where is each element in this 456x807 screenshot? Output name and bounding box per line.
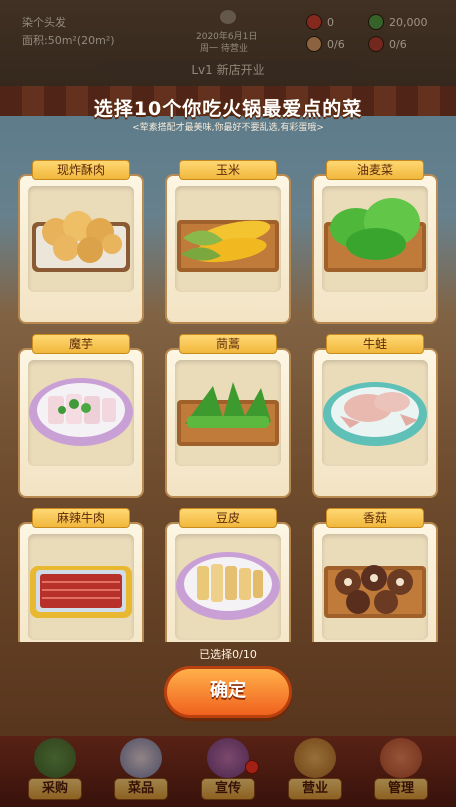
dish-name: 麻辣牛肉	[32, 508, 130, 528]
dish-card-corn[interactable]: 玉米	[165, 160, 291, 324]
modal-subtitle: <荤素搭配才最美味,你最好不要乱选,有彩蛋哦>	[132, 123, 324, 133]
spicy-beef-icon	[30, 566, 132, 618]
shiitake-icon	[324, 565, 426, 618]
dish-card-konjac[interactable]: 魔芋	[18, 334, 144, 498]
konjac-icon	[29, 378, 133, 446]
dish-name: 豆皮	[179, 508, 277, 528]
dish-card-shiitake[interactable]: 香菇	[312, 508, 438, 642]
modal-title: 选择10个你吃火锅最爱点的菜	[93, 98, 363, 120]
selection-count: 已选择0/10	[199, 648, 257, 661]
dish-card-fried-pork[interactable]: 现炸酥肉	[18, 160, 144, 324]
dish-name: 茼蒿	[179, 334, 277, 354]
dish-name: 魔芋	[32, 334, 130, 354]
dish-card-tofu-skin[interactable]: 豆皮	[165, 508, 291, 642]
dish-card-bullfrog[interactable]: 牛蛙	[312, 334, 438, 498]
crown-daisy-icon	[177, 382, 279, 446]
dish-card-lettuce[interactable]: 油麦菜	[312, 160, 438, 324]
lettuce-icon	[324, 198, 426, 272]
corn-icon	[177, 220, 279, 272]
dish-name: 现炸酥肉	[32, 160, 130, 180]
fried-pork-icon	[32, 211, 130, 272]
dish-card-spicy-beef[interactable]: 麻辣牛肉	[18, 508, 144, 642]
dish-name: 香菇	[326, 508, 424, 528]
dish-name: 油麦菜	[326, 160, 424, 180]
dish-name: 玉米	[179, 160, 277, 180]
confirm-button[interactable]: 确定	[164, 666, 292, 718]
dish-card-crown-daisy[interactable]: 茼蒿	[165, 334, 291, 498]
bullfrog-icon	[323, 382, 427, 446]
tofu-skin-icon	[176, 552, 280, 620]
dish-name: 牛蛙	[326, 334, 424, 354]
dish-grid: 现炸酥肉 玉米 油麦菜 魔芋 茼蒿 牛蛙 麻辣牛肉 豆皮 香菇	[18, 160, 438, 642]
